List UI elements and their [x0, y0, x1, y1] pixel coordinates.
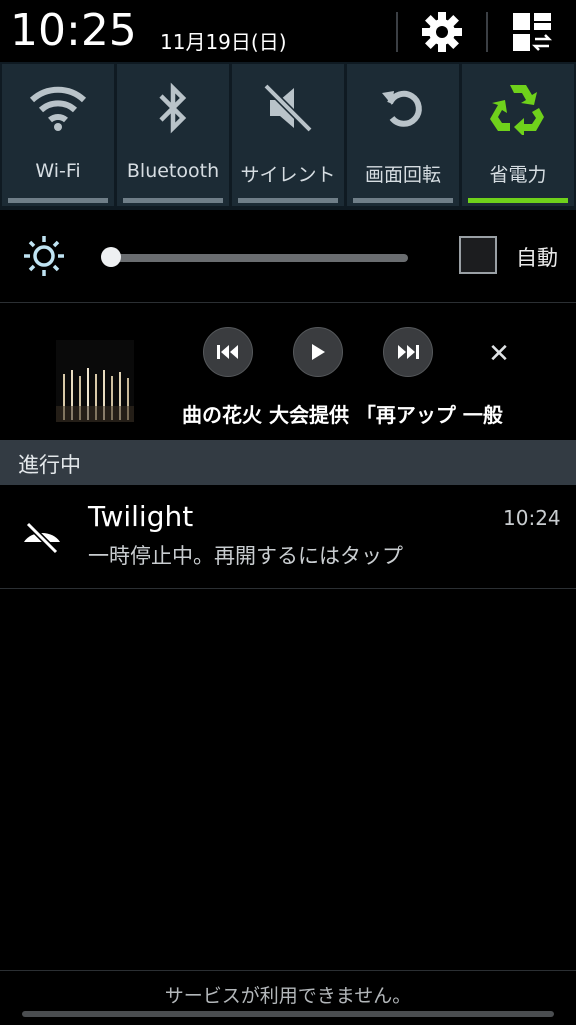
play-icon — [312, 344, 325, 360]
next-track-button[interactable] — [383, 327, 433, 377]
tile-state-bar — [8, 198, 108, 203]
close-media-button[interactable]: ✕ — [482, 337, 516, 371]
play-button[interactable] — [293, 327, 343, 377]
next-icon — [398, 345, 419, 359]
tile-label: 画面回転 — [364, 164, 441, 186]
album-art — [56, 340, 134, 422]
previous-track-button[interactable] — [203, 327, 253, 377]
auto-brightness-label: 自動 — [516, 246, 558, 270]
rotate-icon — [382, 90, 422, 127]
header-divider — [486, 12, 488, 52]
panel-drag-handle[interactable] — [22, 1011, 554, 1017]
wifi-toggle[interactable]: Wi-Fi — [2, 64, 114, 206]
bluetooth-toggle[interactable]: Bluetooth — [117, 64, 229, 206]
wifi-icon — [29, 86, 87, 131]
brightness-icon — [24, 236, 64, 276]
power-saving-toggle[interactable]: 省電力 — [462, 64, 574, 206]
gear-icon — [422, 12, 462, 52]
twilight-notification[interactable]: Twilight 一時停止中。再開するにはタップ 10:24 — [0, 486, 576, 589]
tile-label: Bluetooth — [126, 160, 220, 182]
fireworks-thumbnail — [56, 340, 134, 422]
brightness-slider[interactable] — [108, 254, 408, 262]
carrier-footer: サービスが利用できません。 — [0, 970, 576, 1025]
recycle-icon — [490, 85, 544, 135]
silent-toggle[interactable]: サイレント — [232, 64, 344, 206]
tile-label: 省電力 — [489, 164, 547, 186]
section-title: 進行中 — [18, 453, 81, 477]
notification-text: 一時停止中。再開するにはタップ — [88, 544, 403, 568]
service-status: サービスが利用できません。 — [164, 985, 412, 1007]
settings-button[interactable] — [414, 8, 470, 56]
tile-state-bar — [123, 198, 223, 203]
brightness-slider-thumb[interactable] — [101, 247, 121, 267]
notification-title: Twilight — [88, 500, 194, 533]
media-notification[interactable]: ✕ 曲の花火 大会提供 「再アップ 一般 — [0, 303, 576, 439]
tile-label: Wi-Fi — [35, 160, 81, 182]
auto-brightness-checkbox[interactable] — [459, 236, 497, 274]
bluetooth-icon — [159, 82, 187, 134]
notification-time: 10:24 — [503, 506, 561, 530]
tile-state-bar — [238, 198, 338, 203]
media-title-ticker: 曲の花火 大会提供 「再アップ 一般 — [182, 403, 503, 427]
grid-toggle-icon — [513, 13, 553, 51]
eye-off-icon — [23, 519, 61, 556]
previous-icon — [217, 345, 238, 359]
layout-toggle-button[interactable] — [504, 8, 560, 56]
tile-label: サイレント — [240, 164, 336, 186]
date: 11月19日(日) — [160, 30, 287, 54]
clock: 10:25 — [10, 5, 137, 56]
ongoing-section-header: 進行中 — [0, 440, 576, 485]
status-header: 10:25 11月19日(日) — [0, 0, 576, 62]
header-divider — [396, 12, 398, 52]
quick-settings-panel: Wi-Fi Bluetooth サイレント 画面回転 省電力 — [0, 62, 576, 210]
sound-off-icon — [263, 83, 313, 133]
brightness-row: 自動 — [0, 210, 576, 303]
tile-state-bar — [353, 198, 453, 203]
tile-state-bar — [468, 198, 568, 203]
rotation-toggle[interactable]: 画面回転 — [347, 64, 459, 206]
